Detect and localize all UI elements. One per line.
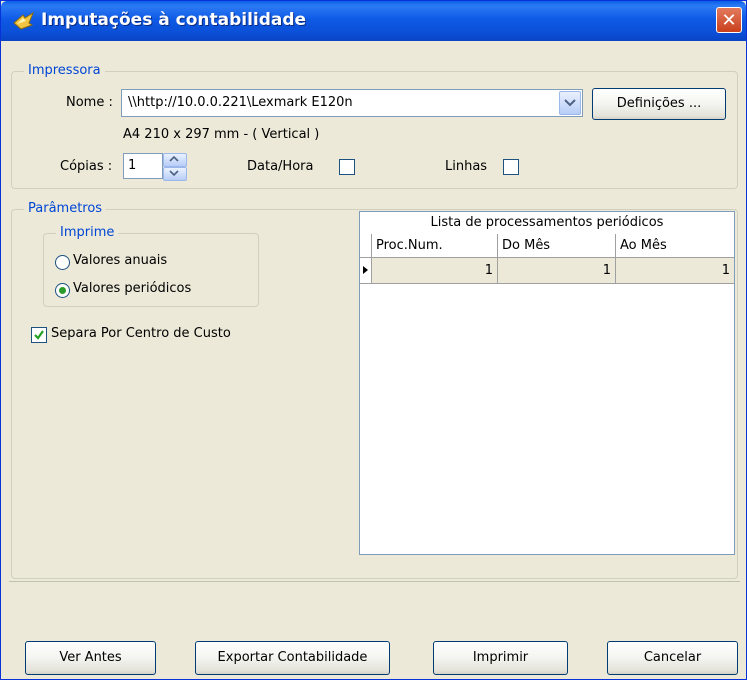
cancel-button[interactable]: Cancelar [607, 641, 738, 675]
settings-button-label: Definições ... [616, 96, 702, 111]
separate-cost-center-checkbox[interactable] [31, 327, 47, 343]
dialog-content: Impressora Nome : \\http://10.0.0.221\Le… [9, 41, 740, 581]
stepper-down-button[interactable] [163, 167, 187, 181]
stepper-up-button[interactable] [163, 153, 187, 167]
lines-label: Linhas [445, 159, 488, 174]
button-bar [9, 581, 740, 622]
settings-button[interactable]: Definições ... [592, 88, 726, 120]
app-icon [13, 11, 35, 30]
grid-cell-from-month[interactable]: 1 [498, 258, 616, 284]
separate-cost-center-label: Separa Por Centro de Custo [51, 326, 231, 341]
chevron-up-icon [169, 155, 179, 162]
preview-button[interactable]: Ver Antes [25, 641, 156, 675]
close-icon: ✕ [721, 10, 737, 31]
periodic-values-radio[interactable] [55, 283, 70, 298]
printer-select[interactable]: \\http://10.0.0.221\Lexmark E120n [121, 89, 583, 117]
dialog-window: Imputações à contabilidade ✕ Impressora … [0, 0, 747, 680]
grid-empty-area [360, 284, 734, 554]
copies-label: Cópias : [60, 159, 113, 174]
periodic-processing-grid[interactable]: Lista de processamentos periódicos Proc.… [359, 211, 735, 555]
grid-row-selector[interactable] [360, 258, 372, 284]
window-title: Imputações à contabilidade [41, 10, 307, 30]
cancel-button-label: Cancelar [643, 650, 702, 665]
printer-select-value: \\http://10.0.0.221\Lexmark E120n [128, 95, 353, 110]
grid-header-proc-num[interactable]: Proc.Num. [372, 234, 498, 258]
annual-values-label: Valores anuais [73, 253, 168, 268]
row-pointer-icon [363, 266, 368, 274]
periodic-values-label: Valores periódicos [73, 281, 192, 296]
print-button[interactable]: Imprimir [433, 641, 568, 675]
print-button-label: Imprimir [472, 650, 529, 665]
preview-button-label: Ver Antes [59, 650, 122, 665]
grid-cell-proc-num[interactable]: 1 [372, 258, 498, 284]
export-accounting-button-label: Exportar Contabilidade [217, 650, 368, 665]
copies-stepper[interactable] [163, 153, 187, 181]
chevron-down-icon [564, 99, 576, 107]
export-accounting-button[interactable]: Exportar Contabilidade [195, 641, 390, 675]
grid-caption: Lista de processamentos periódicos [360, 212, 734, 234]
grid-header-to-month[interactable]: Ao Mês [616, 234, 734, 258]
lines-checkbox[interactable] [503, 159, 519, 175]
annual-values-radio[interactable] [55, 255, 70, 270]
print-mode-legend: Imprime [56, 225, 119, 240]
grid-cell-to-month[interactable]: 1 [616, 258, 734, 284]
close-button[interactable]: ✕ [716, 7, 742, 33]
printer-dropdown-button[interactable] [559, 91, 581, 115]
grid-header-row-selector [360, 234, 372, 258]
checkmark-icon [34, 330, 44, 340]
printer-group-legend: Impressora [24, 63, 105, 78]
title-bar[interactable]: Imputações à contabilidade ✕ [1, 1, 746, 41]
grid-header-from-month[interactable]: Do Mês [498, 234, 616, 258]
datetime-checkbox[interactable] [339, 159, 355, 175]
paper-info: A4 210 x 297 mm - ( Vertical ) [123, 127, 320, 142]
datetime-label: Data/Hora [247, 159, 314, 174]
copies-input[interactable]: 1 [123, 153, 163, 179]
params-group-legend: Parâmetros [24, 201, 107, 216]
printer-name-label: Nome : [66, 95, 113, 110]
chevron-down-icon [169, 170, 179, 177]
